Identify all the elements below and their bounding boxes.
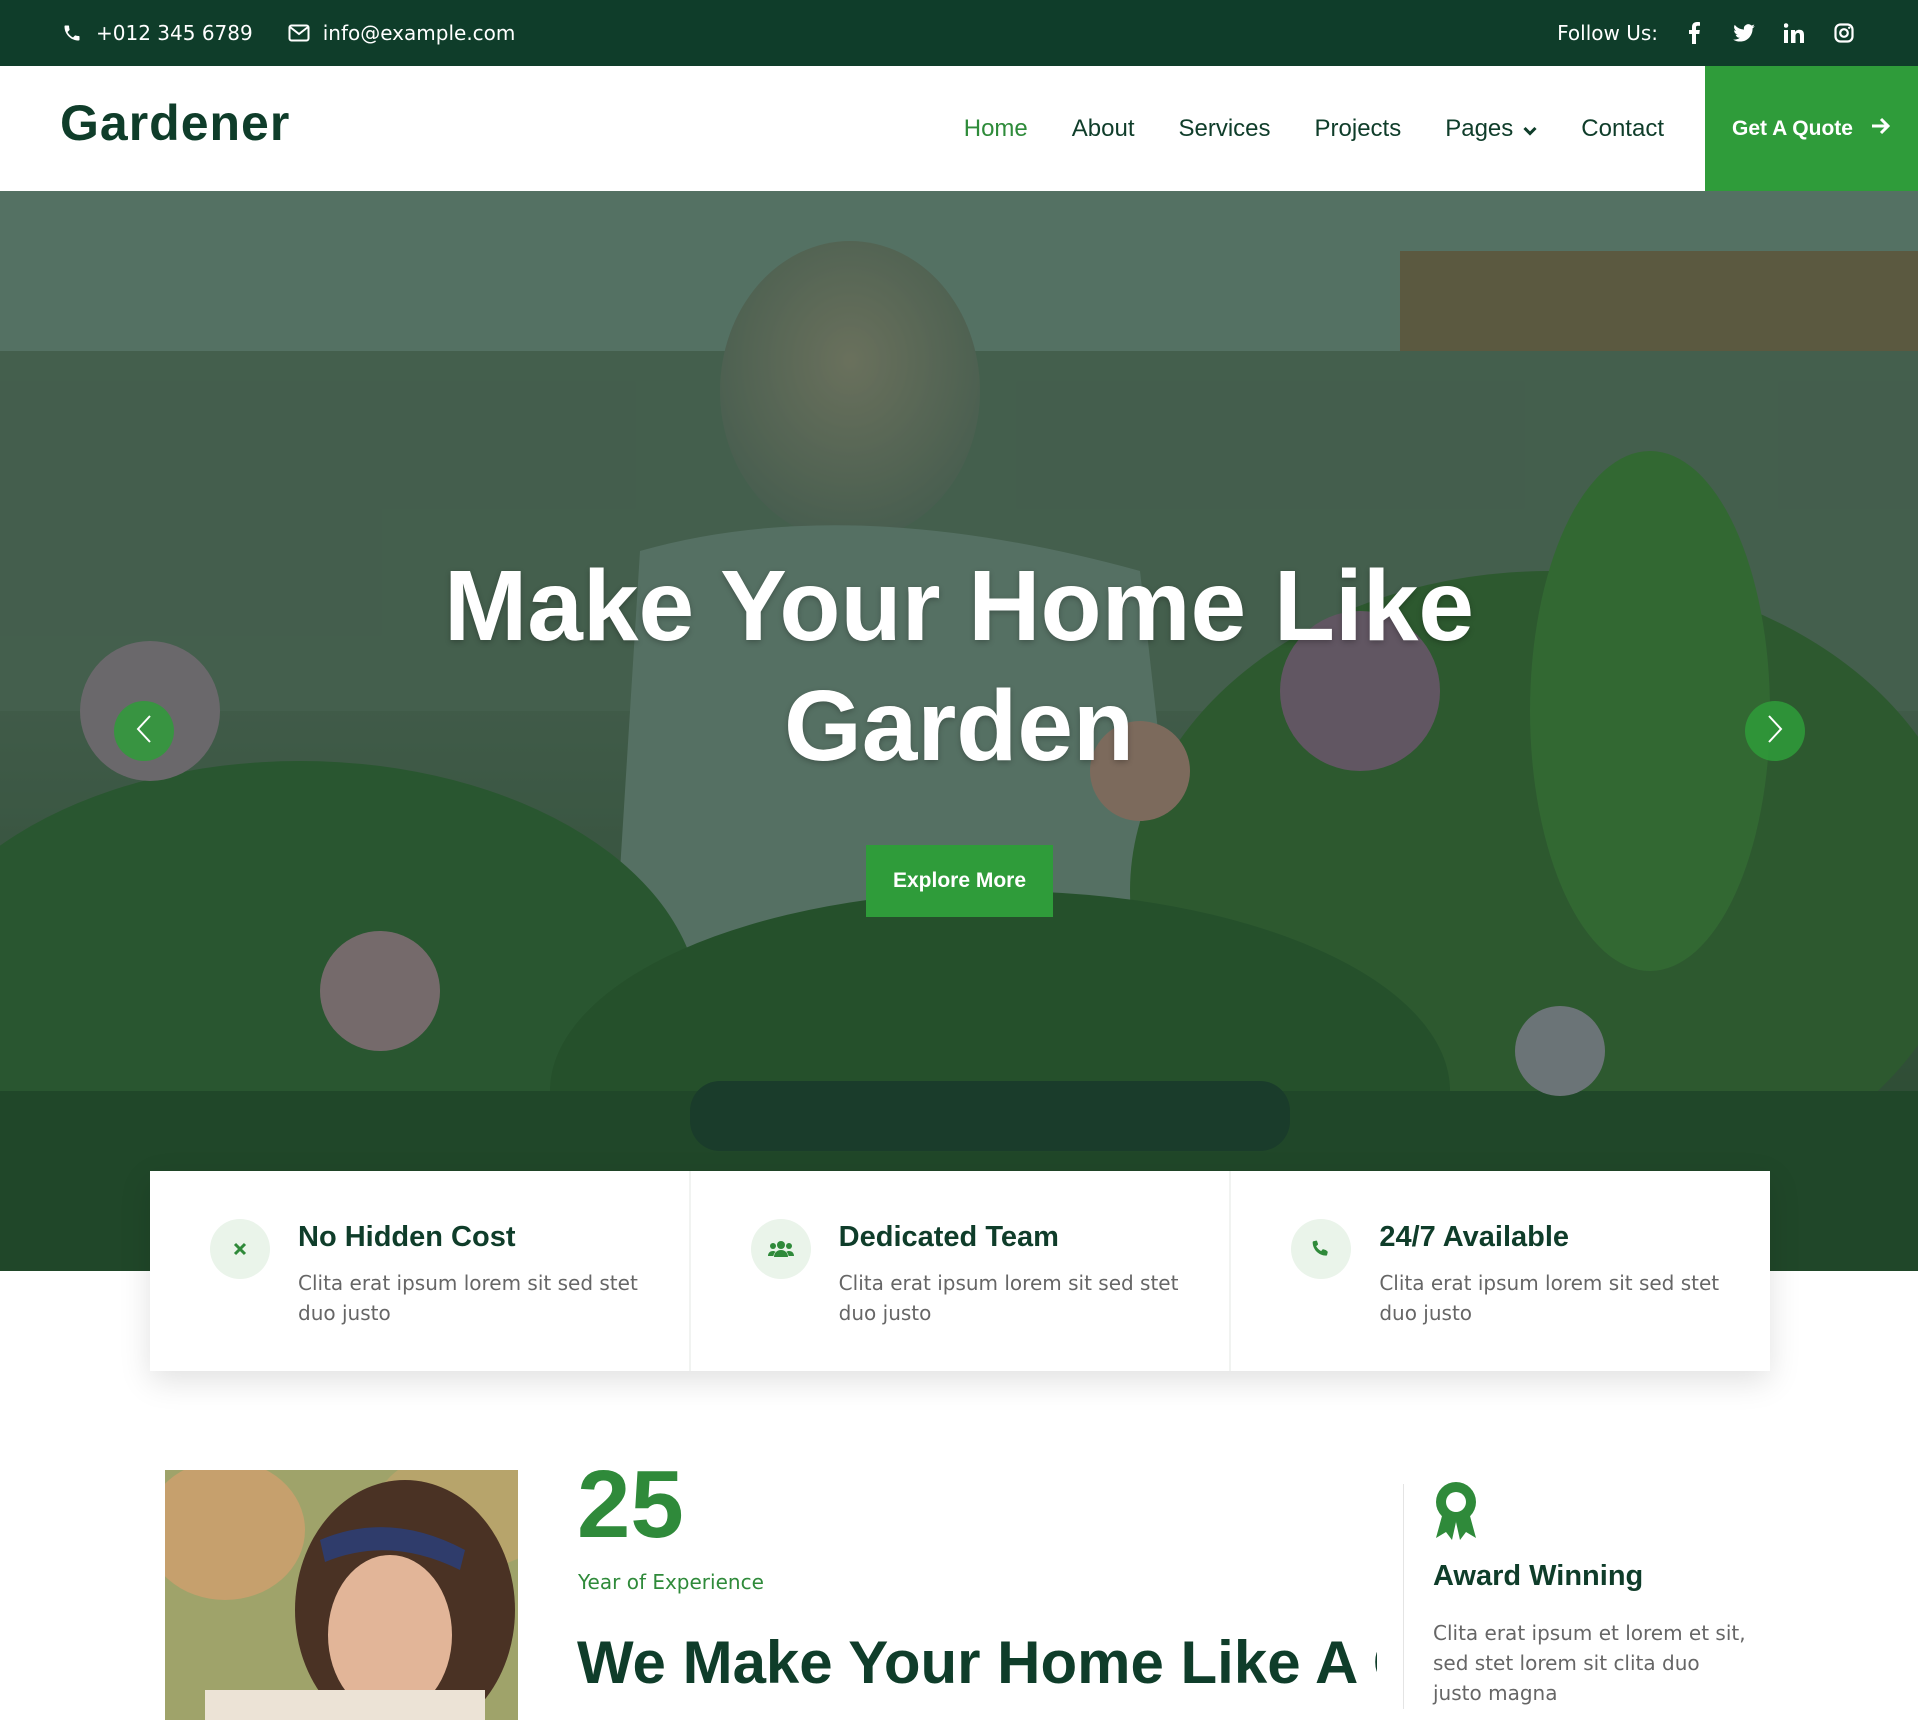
- get-quote-button[interactable]: Get A Quote: [1705, 66, 1918, 191]
- nav-item-contact[interactable]: Contact: [1581, 115, 1664, 143]
- nav-item-label: Contact: [1581, 114, 1664, 142]
- nav-item-services[interactable]: Services: [1178, 115, 1270, 143]
- linkedin-icon[interactable]: [1780, 19, 1808, 47]
- award-title: Award Winning: [1433, 1560, 1644, 1592]
- social-follow: Follow Us:: [1557, 19, 1858, 47]
- divider: [1403, 1484, 1404, 1709]
- feature-body: 24/7 Available Clita erat ipsum lorem si…: [1379, 1219, 1719, 1331]
- nav-item-label: Pages: [1445, 114, 1514, 142]
- email-contact[interactable]: info@example.com: [287, 21, 516, 45]
- about-image: [165, 1470, 518, 1720]
- award-text: Clita erat ipsum et lorem et sit, sed st…: [1433, 1621, 1746, 1705]
- contact-info: +012 345 6789 info@example.com: [60, 21, 515, 45]
- instagram-icon[interactable]: [1830, 19, 1858, 47]
- feature-card: 24/7 Available Clita erat ipsum lorem si…: [1231, 1171, 1770, 1371]
- arrow-right-icon: [1871, 117, 1891, 141]
- nav-item-label: Projects: [1314, 114, 1402, 142]
- brand-logo[interactable]: Gardener: [60, 94, 290, 152]
- top-bar: +012 345 6789 info@example.com Follow Us…: [0, 0, 1918, 66]
- phone-icon: [60, 21, 84, 45]
- phone-icon: [1291, 1219, 1352, 1279]
- feature-card: Dedicated Team Clita erat ipsum lorem si…: [691, 1171, 1232, 1371]
- nav-item-about[interactable]: About: [1072, 115, 1135, 143]
- email-address: info@example.com: [322, 21, 516, 45]
- nav-item-pages[interactable]: Pages: [1445, 115, 1537, 143]
- carousel-next-button[interactable]: [1745, 701, 1805, 761]
- feature-title: 24/7 Available: [1379, 1221, 1570, 1253]
- chevron-left-icon: [135, 714, 153, 748]
- follow-label: Follow Us:: [1557, 21, 1658, 45]
- explore-more-button[interactable]: Explore More: [866, 845, 1053, 917]
- experience-years: 25: [577, 1451, 684, 1558]
- feature-title: No Hidden Cost: [298, 1221, 516, 1253]
- about-title-text: We Make Your Home Like A Garden: [577, 1629, 1377, 1696]
- nav-item-label: Services: [1178, 114, 1271, 142]
- feature-text: Clita erat ipsum lorem sit sed stet duo …: [1379, 1271, 1720, 1325]
- hero-carousel: Make Your Home Like Garden Explore More: [0, 191, 1918, 1271]
- close-icon: [210, 1219, 270, 1279]
- hero-headline: Make Your Home Like Garden: [300, 546, 1618, 786]
- feature-title: Dedicated Team: [838, 1221, 1059, 1253]
- main-navbar: Gardener Home About Services Projects Pa…: [0, 66, 1918, 191]
- chevron-down-icon: [1523, 115, 1537, 143]
- award-icon: [1432, 1480, 1480, 1542]
- nav-item-projects[interactable]: Projects: [1315, 115, 1402, 143]
- experience-label: Year of Experience: [578, 1570, 764, 1594]
- feature-cards: No Hidden Cost Clita erat ipsum lorem si…: [150, 1171, 1770, 1371]
- users-icon: [750, 1219, 811, 1279]
- feature-text: Clita erat ipsum lorem sit sed stet duo …: [838, 1271, 1179, 1325]
- hero-headline-line: Make Your Home Like: [444, 550, 1474, 662]
- feature-card: No Hidden Cost Clita erat ipsum lorem si…: [150, 1171, 691, 1371]
- phone-contact[interactable]: +012 345 6789: [60, 21, 253, 45]
- facebook-icon[interactable]: [1680, 19, 1708, 47]
- carousel-prev-button[interactable]: [114, 701, 174, 761]
- nav-menu: Home About Services Projects Pages Conta…: [964, 66, 1664, 191]
- nav-item-home[interactable]: Home: [964, 115, 1028, 143]
- phone-number: +012 345 6789: [96, 21, 253, 45]
- twitter-icon[interactable]: [1730, 19, 1758, 47]
- get-quote-label: Get A Quote: [1732, 116, 1853, 140]
- chevron-right-icon: [1766, 714, 1784, 748]
- envelope-icon: [287, 21, 311, 45]
- nav-item-label: About: [1071, 114, 1135, 142]
- feature-text: Clita erat ipsum lorem sit sed stet duo …: [298, 1271, 638, 1325]
- feature-body: Dedicated Team Clita erat ipsum lorem si…: [839, 1219, 1179, 1331]
- nav-item-label: Home: [963, 114, 1028, 142]
- feature-body: No Hidden Cost Clita erat ipsum lorem si…: [298, 1219, 638, 1331]
- about-title: We Make Your Home Like A Garden: [577, 1625, 1377, 1720]
- hero-headline-line: Garden: [783, 670, 1135, 782]
